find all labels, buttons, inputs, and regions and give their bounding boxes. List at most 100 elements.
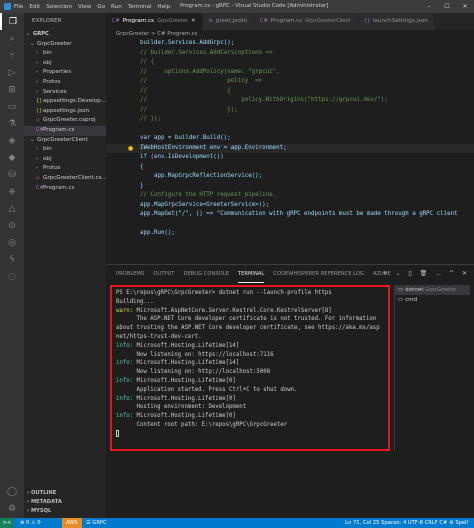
- aws-extra-indicator[interactable]: ☰ GRPC: [86, 518, 107, 528]
- tree-item[interactable]: › bin: [24, 145, 106, 155]
- panel-tab[interactable]: PROBLEMS: [116, 265, 144, 283]
- minimize-button[interactable]: –: [420, 0, 438, 13]
- problems-indicator[interactable]: ⊗ 0 ⚠ 0: [20, 518, 41, 528]
- editor-tab[interactable]: ≡ greet.proto: [202, 13, 255, 30]
- tree-item[interactable]: › obj: [24, 155, 106, 165]
- search-icon[interactable]: ⌕: [0, 30, 24, 47]
- mysql-section[interactable]: › MYSQL: [24, 507, 106, 516]
- run-debug-icon[interactable]: ▷: [0, 64, 24, 81]
- tab-file-icon: ≡: [208, 18, 213, 24]
- terminal-prompt[interactable]: [116, 429, 384, 439]
- close-tab-icon[interactable]: ✕: [191, 13, 196, 30]
- terminal-instance-label: cmd: [405, 297, 418, 303]
- breadcrumb[interactable]: GrpcGreeter > C# Program.cs: [106, 30, 198, 39]
- menu-run[interactable]: Run: [111, 4, 122, 10]
- tree-item[interactable]: › Properties: [24, 68, 106, 78]
- lightbulb-icon[interactable]: ●: [128, 145, 133, 152]
- tree-item[interactable]: › Protos: [24, 78, 106, 88]
- tree-item[interactable]: {}appsettings.Develop...: [24, 97, 106, 107]
- panel-tab[interactable]: TERMINAL: [237, 265, 265, 283]
- terminal-text: Microsoft.AspNetCore.Server.Kestrel.Core…: [133, 307, 332, 314]
- code-editor[interactable]: builder.Services.AddGrpc(); // builder.Se…: [106, 39, 474, 264]
- terminal-line: PS E:\repos\gRPC\GrpcGreeter> dotnet run…: [116, 289, 384, 298]
- terminal-instance[interactable]: ▭ dotnet GrpcGreeter: [395, 285, 470, 295]
- menu-go[interactable]: Go: [97, 4, 105, 10]
- code-line: // policy =>: [140, 78, 263, 84]
- terminal-line: Hosting environment: Development: [116, 403, 384, 412]
- thunder-client-icon[interactable]: ϟ: [0, 251, 24, 268]
- terminal-text: Microsoft.Hosting.Lifetime[14]: [133, 342, 240, 349]
- tree-item[interactable]: › Services: [24, 88, 106, 98]
- chat-icon[interactable]: ◌: [0, 268, 24, 285]
- terminal-text: Hosting environment: Development: [116, 404, 247, 411]
- tree-item[interactable]: ◇ GrpcGreeterClient.cs...: [24, 174, 106, 184]
- close-window-button[interactable]: ✕: [456, 0, 474, 13]
- tree-item[interactable]: › obj: [24, 59, 106, 69]
- maximize-button[interactable]: ☐: [438, 0, 456, 13]
- workspace-root[interactable]: ⌄ GRPC: [24, 30, 106, 40]
- docker-icon[interactable]: ◈: [0, 132, 24, 149]
- editor-tab[interactable]: C# Program.cs GrpcGreeterClient: [254, 13, 358, 30]
- bottom-panel: PROBLEMS OUTPUT DEBUG CONSOLE TERMINAL CODEW…: [106, 264, 474, 518]
- menu-help[interactable]: Help: [157, 4, 170, 10]
- git-graph-icon[interactable]: ⊙: [0, 217, 24, 234]
- tree-item[interactable]: {}appsettings.json: [24, 107, 106, 117]
- panel-actions[interactable]: + ⌄ ▯ 🗑 … ^ ✕: [383, 265, 470, 283]
- menu-selection[interactable]: Selection: [46, 4, 72, 10]
- tree-item-label: GrpcGreeterClient: [37, 136, 88, 143]
- remote-explorer-icon[interactable]: ▭: [0, 98, 24, 115]
- aws-icon[interactable]: ◆: [0, 149, 24, 166]
- tree-item-label: GrpcGreeterClient.cs...: [43, 174, 106, 181]
- settings-gear-icon[interactable]: ⚙: [0, 500, 24, 517]
- tree-item[interactable]: ◇ GrpcGreeter.csproj: [24, 116, 106, 126]
- menu-terminal[interactable]: Terminal: [128, 4, 152, 10]
- editor-status[interactable]: Ln 71, Col 25 Spaces: 4 UTF-8 CRLF C# ⚙ …: [345, 518, 468, 528]
- kubernetes-icon[interactable]: ⎈: [0, 183, 24, 200]
- source-control-icon[interactable]: ⑂: [0, 47, 24, 64]
- tree-item-label: Program.cs: [43, 184, 75, 191]
- menu-edit[interactable]: Edit: [29, 4, 40, 10]
- menu-file[interactable]: File: [14, 4, 23, 10]
- metadata-label: METADATA: [30, 499, 62, 505]
- panel-tab[interactable]: OUTPUT: [153, 265, 174, 283]
- panel-tab[interactable]: CODEWHISPERER REFERENCE LOG: [273, 265, 364, 283]
- database-icon[interactable]: ⛁: [0, 166, 24, 183]
- terminal-output[interactable]: PS E:\repos\gRPC\GrpcGreeter> dotnet run…: [110, 285, 390, 451]
- panel-tab[interactable]: DEBUG CONSOLE: [183, 265, 228, 283]
- terminal-text: PS E:\repos\gRPC\GrpcGreeter> dotnet run…: [116, 290, 332, 296]
- tree-item[interactable]: C#Program.cs: [24, 184, 106, 194]
- tree-item[interactable]: ⌄ GrpcGreeterClient: [24, 136, 106, 146]
- extensions-icon[interactable]: ⊞: [0, 81, 24, 98]
- tree-item[interactable]: › Protos: [24, 164, 106, 174]
- tree-item[interactable]: C#Program.cs: [24, 125, 106, 136]
- tree-item-label: Services: [43, 88, 67, 95]
- aws-indicator[interactable]: AWS: [62, 518, 82, 528]
- testing-icon[interactable]: ⚗: [0, 115, 24, 132]
- window-title: Program.cs - gRPC - Visual Studio Code […: [180, 3, 329, 9]
- terminal-line: warn: Microsoft.AspNetCore.Server.Kestre…: [116, 307, 384, 316]
- terminal-line: Application started. Press Ctrl+C to shu…: [116, 386, 384, 395]
- log-level: info:: [116, 360, 134, 367]
- aspnet-icon[interactable]: ◎: [0, 234, 24, 251]
- tree-item[interactable]: ⌄ GrpcGreeter: [24, 40, 106, 50]
- terminal-line: info: Microsoft.Hosting.Lifetime[0]: [116, 412, 384, 421]
- remote-indicator[interactable]: ><: [0, 518, 14, 528]
- account-icon[interactable]: ◯: [0, 483, 24, 500]
- tree-item-label: obj: [43, 59, 52, 66]
- outline-section[interactable]: › OUTLINE: [24, 489, 106, 498]
- terminal-line: info: Microsoft.Hosting.Lifetime[0]: [116, 377, 384, 386]
- terminal-instance[interactable]: ▭ cmd: [395, 295, 470, 305]
- metadata-section[interactable]: › METADATA: [24, 498, 106, 507]
- editor-tab[interactable]: C# Program.cs GrpcGreeter ✕: [106, 13, 203, 30]
- log-level: info:: [116, 377, 134, 384]
- menu-view[interactable]: View: [78, 4, 91, 10]
- code-line: app.MapGrpcReflectionService();: [140, 173, 263, 179]
- xml-file-icon: ◇: [36, 174, 40, 181]
- editor-tab[interactable]: {} launchSettings.json: [357, 13, 435, 30]
- azure-icon[interactable]: △: [0, 200, 24, 217]
- explorer-icon[interactable]: ❐: [0, 13, 24, 30]
- code-line: IWebHostEnvironment env = app.Environmen…: [106, 143, 474, 153]
- tree-item[interactable]: › bin: [24, 49, 106, 59]
- tree-item-label: appsettings.json: [43, 107, 90, 114]
